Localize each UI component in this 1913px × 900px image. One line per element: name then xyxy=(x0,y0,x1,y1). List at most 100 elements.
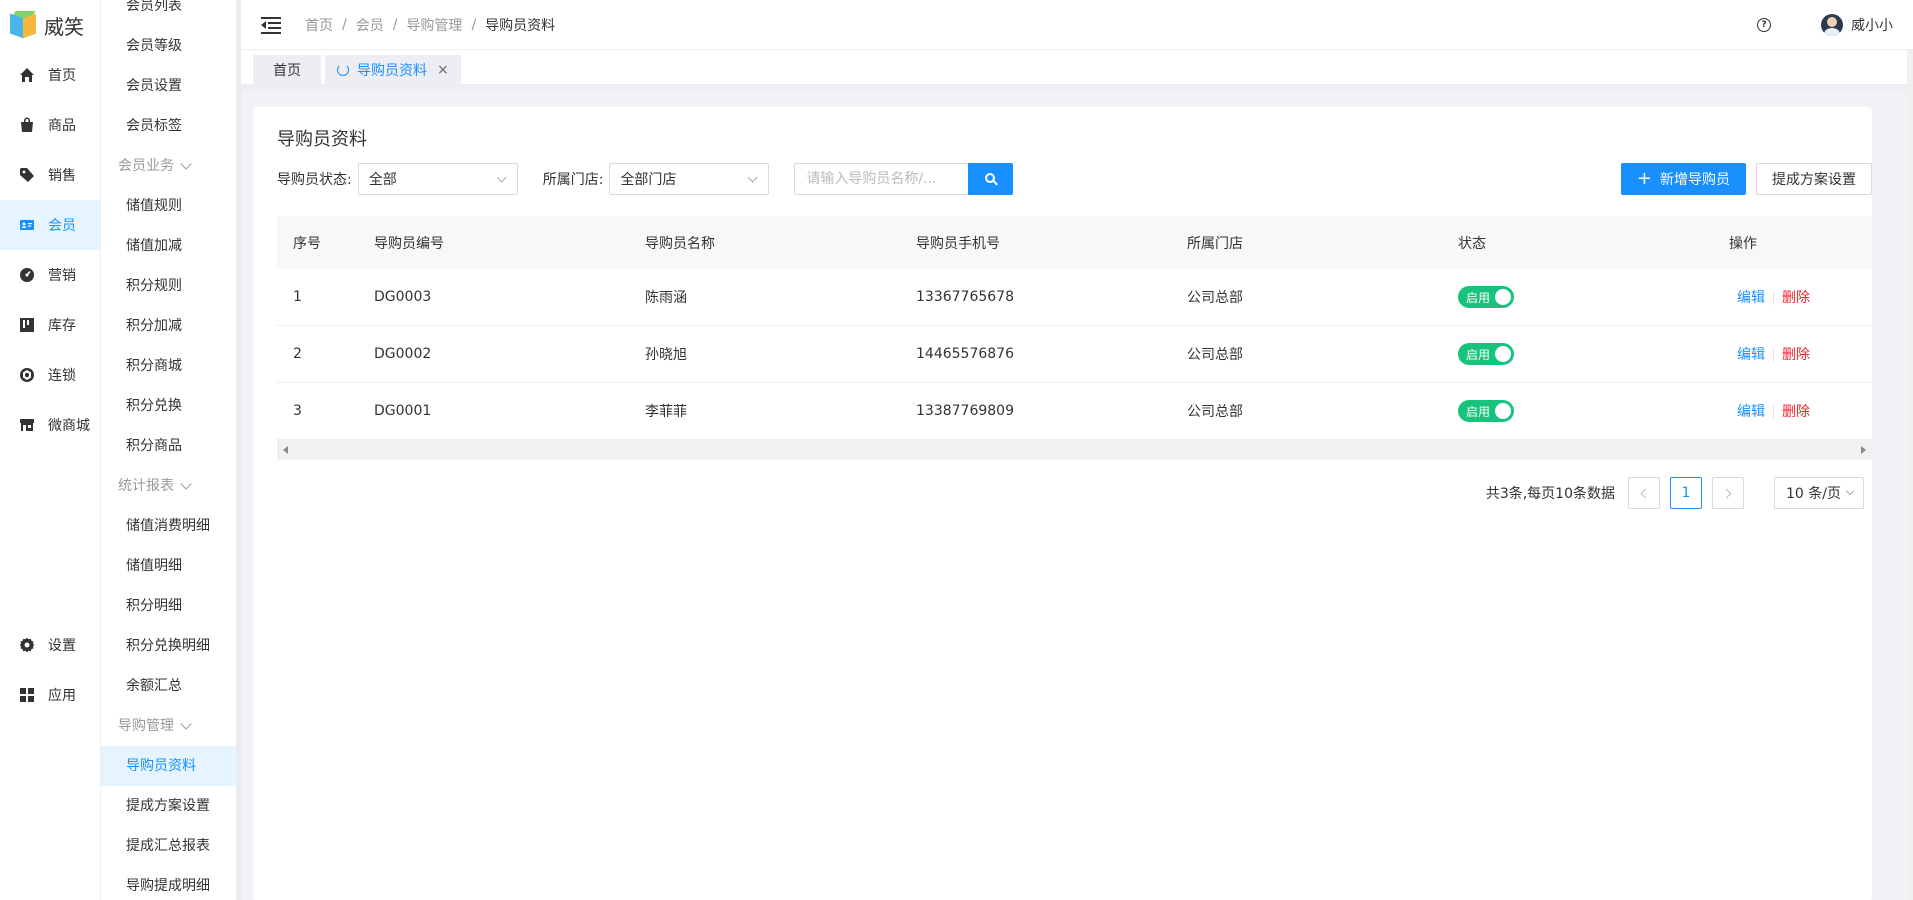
plus-icon: + xyxy=(1636,168,1652,189)
page-scrollbar[interactable] xyxy=(1907,50,1913,900)
gear-icon xyxy=(18,636,36,654)
status-select-value: 全部 xyxy=(368,172,397,188)
column-header: 操作 xyxy=(1729,235,1757,252)
rail-item-member-card[interactable]: 会员 xyxy=(0,200,100,250)
page-size-select[interactable]: 10 条/页 xyxy=(1774,477,1864,509)
logo-text: 威笑 xyxy=(44,14,84,39)
edit-link[interactable]: 编辑 xyxy=(1737,404,1765,420)
app-logo: 威笑 xyxy=(0,0,100,50)
rail-item-stock[interactable]: 库存 xyxy=(0,300,100,350)
submenu-item[interactable]: 会员等级 xyxy=(101,26,236,66)
rail-item-apps[interactable]: 应用 xyxy=(0,670,100,720)
table-row: 3 DG0001 李菲菲 13387769809 公司总部 启用 编辑 删除 xyxy=(277,383,1872,440)
submenu-item[interactable]: 储值加减 xyxy=(101,226,236,266)
close-icon[interactable]: × xyxy=(437,62,449,78)
search-button[interactable] xyxy=(968,163,1014,195)
tab-guide-profile[interactable]: 导购员资料 × xyxy=(325,55,461,84)
delete-link[interactable]: 删除 xyxy=(1782,404,1810,420)
submenu-group[interactable]: 会员业务 xyxy=(101,146,236,186)
rail-item-dashboard[interactable]: 营销 xyxy=(0,250,100,300)
chevron-down-icon xyxy=(496,172,507,183)
rail-item-chain[interactable]: 连锁 xyxy=(0,350,100,400)
next-page-button[interactable] xyxy=(1712,477,1744,509)
status-toggle[interactable]: 启用 xyxy=(1458,286,1514,308)
submenu-item[interactable]: 储值消费明细 xyxy=(101,506,236,546)
commission-settings-button[interactable]: 提成方案设置 xyxy=(1756,163,1872,195)
submenu-group-label: 导购管理 xyxy=(118,718,174,734)
status-toggle[interactable]: 启用 xyxy=(1458,400,1514,422)
member-card-icon xyxy=(18,216,36,234)
cell-name: 李菲菲 xyxy=(645,404,687,420)
rail-item-shop[interactable]: 微商城 xyxy=(0,400,100,450)
submenu-item[interactable]: 导购提成明细 xyxy=(101,866,236,900)
submenu-item[interactable]: 储值规则 xyxy=(101,186,236,226)
submenu-item[interactable]: 积分加减 xyxy=(101,306,236,346)
rail-item-home[interactable]: 首页 xyxy=(0,50,100,100)
cell-phone: 13387769809 xyxy=(916,403,1014,419)
submenu-item[interactable]: 提成汇总报表 xyxy=(101,826,236,866)
status-filter-label: 导购员状态: xyxy=(277,172,352,188)
submenu-item[interactable]: 会员标签 xyxy=(101,106,236,146)
rail-item-bag[interactable]: 商品 xyxy=(0,100,100,150)
submenu-item[interactable]: 导购员资料 xyxy=(101,746,236,786)
rail-item-label: 会员 xyxy=(48,218,76,234)
tag-icon xyxy=(18,166,36,184)
submenu-item[interactable]: 积分明细 xyxy=(101,586,236,626)
cell-no: 2 xyxy=(293,346,302,362)
submenu-item[interactable]: 积分兑换明细 xyxy=(101,626,236,666)
submenu-item[interactable]: 积分商城 xyxy=(101,346,236,386)
page-title: 导购员资料 xyxy=(277,129,367,150)
pagination: 共3条,每页10条数据 1 10 条/页 xyxy=(1486,477,1864,509)
rail-item-gear[interactable]: 设置 xyxy=(0,620,100,670)
prev-page-button[interactable] xyxy=(1628,477,1660,509)
status-toggle-label: 启用 xyxy=(1466,290,1491,305)
status-toggle[interactable]: 启用 xyxy=(1458,343,1514,365)
rail-item-label: 微商城 xyxy=(48,418,90,434)
tab-home[interactable]: 首页 xyxy=(253,55,321,84)
breadcrumb: 首页 / 会员 / 导购管理 / 导购员资料 xyxy=(305,15,556,35)
scroll-right-icon[interactable] xyxy=(1861,446,1866,454)
submenu-item[interactable]: 积分规则 xyxy=(101,266,236,306)
username[interactable]: 威小小 xyxy=(1851,15,1893,35)
search-input[interactable] xyxy=(794,163,969,195)
table-header: 序号 导购员编号 导购员名称 导购员手机号 所属门店 状态 操作 xyxy=(277,216,1872,269)
store-filter-label: 所属门店: xyxy=(542,172,604,188)
help-icon[interactable]: ? xyxy=(1757,17,1771,32)
store-select[interactable]: 全部门店 xyxy=(609,163,770,195)
delete-link[interactable]: 删除 xyxy=(1782,347,1810,363)
delete-link[interactable]: 删除 xyxy=(1782,290,1810,306)
submenu-item[interactable]: 积分兑换 xyxy=(101,386,236,426)
page-number-button[interactable]: 1 xyxy=(1670,477,1702,509)
rail-item-tag[interactable]: 销售 xyxy=(0,150,100,200)
submenu-group[interactable]: 导购管理 xyxy=(101,706,236,746)
avatar[interactable] xyxy=(1821,13,1843,36)
breadcrumb-guide-management[interactable]: 导购管理 xyxy=(406,15,462,35)
add-guide-button[interactable]: + 新增导购员 xyxy=(1620,163,1746,195)
dashboard-icon xyxy=(18,266,36,284)
breadcrumb-home[interactable]: 首页 xyxy=(305,15,333,35)
submenu-group-label: 会员业务 xyxy=(118,158,174,174)
refresh-icon[interactable] xyxy=(337,63,349,76)
submenu-item[interactable]: 储值明细 xyxy=(101,546,236,586)
table-row: 1 DG0003 陈雨涵 13367765678 公司总部 启用 编辑 删除 xyxy=(277,269,1872,326)
pagination-total: 共3条,每页10条数据 xyxy=(1485,486,1615,502)
submenu-item[interactable]: 会员设置 xyxy=(101,66,236,106)
collapse-menu-icon[interactable] xyxy=(261,16,281,34)
submenu-group[interactable]: 统计报表 xyxy=(101,466,236,506)
status-select[interactable]: 全部 xyxy=(357,163,518,195)
cell-store: 公司总部 xyxy=(1187,404,1243,420)
scroll-left-icon[interactable] xyxy=(283,446,288,454)
edit-link[interactable]: 编辑 xyxy=(1737,290,1765,306)
submenu-item[interactable]: 会员列表 xyxy=(101,0,236,26)
column-header: 所属门店 xyxy=(1187,235,1243,252)
breadcrumb-member[interactable]: 会员 xyxy=(356,15,384,35)
tab-label: 首页 xyxy=(273,62,301,79)
submenu-item[interactable]: 余额汇总 xyxy=(101,666,236,706)
commission-settings-label: 提成方案设置 xyxy=(1772,172,1856,188)
submenu-item[interactable]: 积分商品 xyxy=(101,426,236,466)
horizontal-scrollbar[interactable] xyxy=(277,440,1872,460)
cell-no: 1 xyxy=(293,289,302,305)
stock-icon xyxy=(18,316,36,334)
submenu-item[interactable]: 提成方案设置 xyxy=(101,786,236,826)
edit-link[interactable]: 编辑 xyxy=(1737,347,1765,363)
